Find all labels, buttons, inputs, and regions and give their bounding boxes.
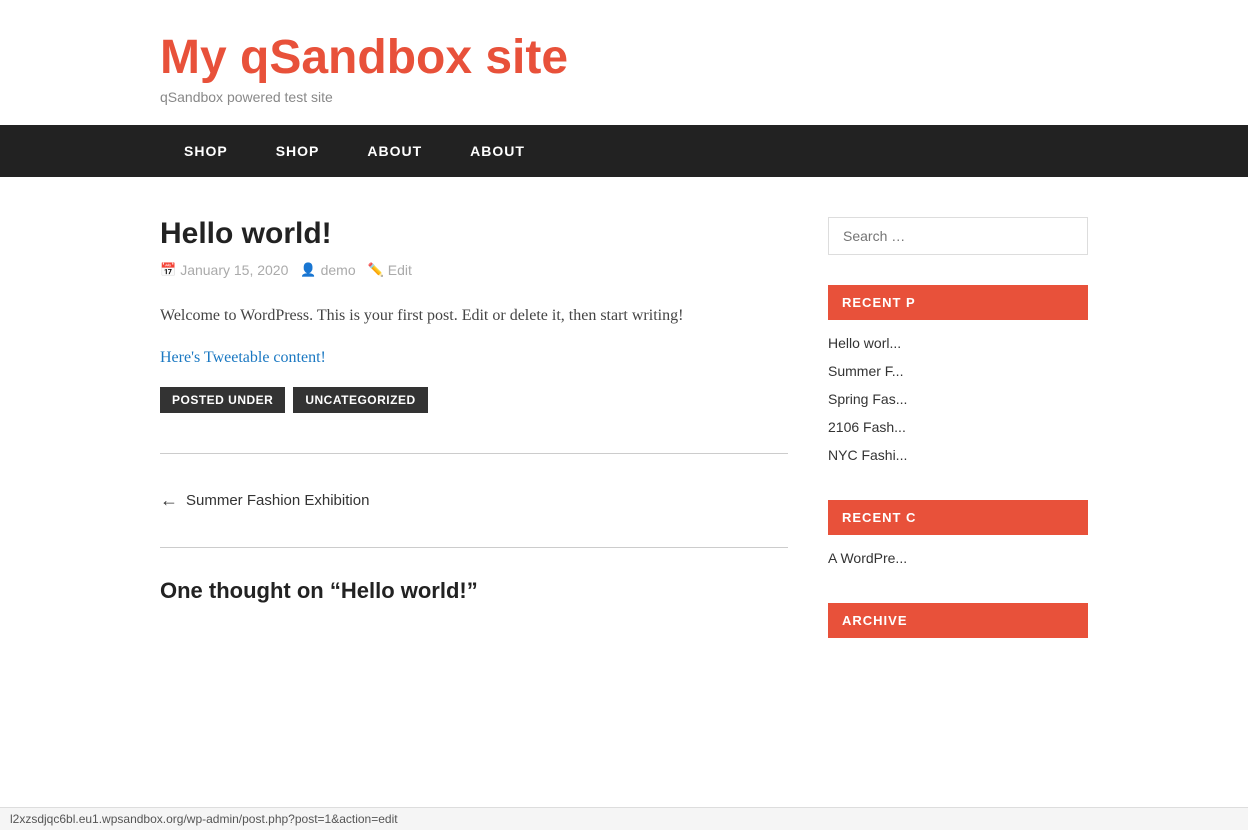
post-meta: January 15, 2020 demo Edit	[160, 261, 788, 278]
recent-comment-link-1[interactable]: A WordPre...	[828, 550, 907, 566]
list-item[interactable]: NYC Fashi...	[828, 442, 1088, 470]
nav-link-shop1[interactable]: SHOP	[160, 125, 252, 177]
list-item[interactable]: Hello worl...	[828, 330, 1088, 358]
list-item[interactable]: A WordPre...	[828, 545, 1088, 573]
sidebar-search-section	[828, 217, 1088, 255]
list-item[interactable]: Spring Fas...	[828, 386, 1088, 414]
nav-item-about2[interactable]: ABOUT	[446, 125, 549, 177]
nav-item-shop1[interactable]: SHOP	[160, 125, 252, 177]
sidebar-recent-posts: RECENT P Hello worl... Summer F... Sprin…	[828, 285, 1088, 470]
main-content: Hello world! January 15, 2020 demo Edit …	[160, 217, 788, 668]
post-date: January 15, 2020	[160, 261, 288, 278]
user-icon	[300, 261, 316, 278]
tag-posted-under: POSTED UNDER	[160, 387, 285, 413]
tweetable-link[interactable]: Here's Tweetable content!	[160, 349, 326, 366]
post-title: Hello world!	[160, 217, 788, 251]
prev-post-link[interactable]: ← Summer Fashion Exhibition	[160, 490, 788, 511]
recent-post-link-3[interactable]: Spring Fas...	[828, 391, 907, 407]
recent-post-link-4[interactable]: 2106 Fash...	[828, 419, 906, 435]
recent-comments-list: A WordPre...	[828, 545, 1088, 573]
site-tagline: qSandbox powered test site	[160, 89, 1088, 105]
prev-post-label: Summer Fashion Exhibition	[186, 492, 369, 509]
edit-icon	[368, 261, 384, 278]
post-author: demo	[300, 261, 355, 278]
content-wrap: Hello world! January 15, 2020 demo Edit …	[0, 177, 1248, 708]
recent-post-link-2[interactable]: Summer F...	[828, 363, 903, 379]
sidebar-archives: ARCHIVE	[828, 603, 1088, 638]
recent-comments-title: RECENT C	[828, 500, 1088, 535]
nav-link-about1[interactable]: ABOUT	[343, 125, 446, 177]
post-date-text: January 15, 2020	[180, 262, 288, 278]
nav-link-shop2[interactable]: SHOP	[252, 125, 344, 177]
divider-bottom	[160, 547, 788, 548]
site-header: My qSandbox site qSandbox powered test s…	[0, 0, 1248, 125]
divider-top	[160, 453, 788, 454]
nav-item-shop2[interactable]: SHOP	[252, 125, 344, 177]
list-item[interactable]: Summer F...	[828, 358, 1088, 386]
recent-post-link-1[interactable]: Hello worl...	[828, 335, 901, 351]
post-nav: ← Summer Fashion Exhibition	[160, 474, 788, 527]
tag-category: UNCATEGORIZED	[293, 387, 427, 413]
sidebar: RECENT P Hello worl... Summer F... Sprin…	[828, 217, 1088, 668]
search-input[interactable]	[828, 217, 1088, 255]
status-bar: l2xzsdjqc6bl.eu1.wpsandbox.org/wp-admin/…	[0, 807, 1248, 830]
nav-item-about1[interactable]: ABOUT	[343, 125, 446, 177]
post-edit[interactable]: Edit	[368, 261, 412, 278]
sidebar-recent-comments: RECENT C A WordPre...	[828, 500, 1088, 573]
post-body: Welcome to WordPress. This is your first…	[160, 302, 788, 329]
site-title: My qSandbox site	[160, 30, 1088, 85]
edit-link[interactable]: Edit	[388, 262, 412, 278]
recent-post-link-5[interactable]: NYC Fashi...	[828, 447, 907, 463]
nav-link-about2[interactable]: ABOUT	[446, 125, 549, 177]
calendar-icon	[160, 261, 176, 278]
left-arrow-icon: ←	[160, 490, 178, 511]
list-item[interactable]: 2106 Fash...	[828, 414, 1088, 442]
recent-posts-list: Hello worl... Summer F... Spring Fas... …	[828, 330, 1088, 470]
post-author-text: demo	[321, 262, 356, 278]
recent-posts-title: RECENT P	[828, 285, 1088, 320]
status-url: l2xzsdjqc6bl.eu1.wpsandbox.org/wp-admin/…	[10, 812, 398, 826]
comments-title: One thought on “Hello world!”	[160, 578, 788, 604]
archives-title: ARCHIVE	[828, 603, 1088, 638]
main-nav: SHOP SHOP ABOUT ABOUT	[0, 125, 1248, 177]
post-tags: POSTED UNDER UNCATEGORIZED	[160, 387, 788, 413]
